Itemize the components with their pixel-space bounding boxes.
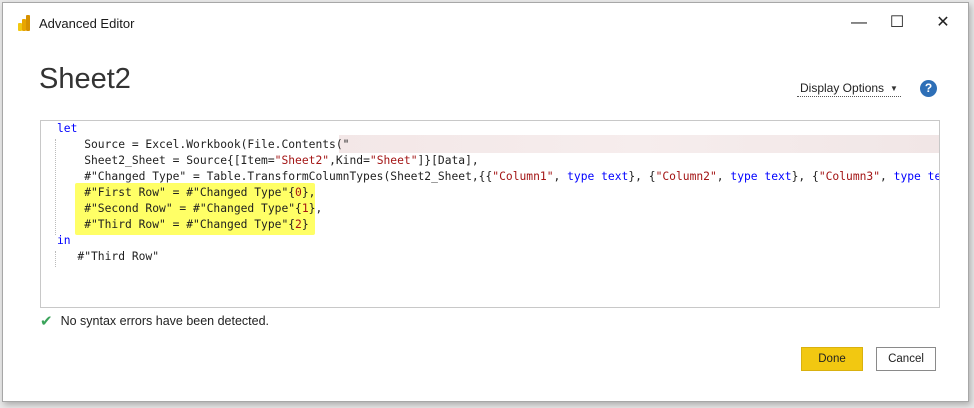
help-icon[interactable]: ?	[920, 80, 937, 97]
code-line: #"Changed Type" = Table.TransformColumnT…	[57, 169, 940, 185]
caret-down-icon: ▼	[890, 84, 898, 93]
display-options-label: Display Options	[800, 81, 885, 95]
code-line: #"Second Row" = #"Changed Type"{1},	[57, 201, 322, 217]
code-editor[interactable]: let Source = Excel.Workbook(File.Content…	[40, 120, 940, 308]
code-token: 0	[295, 186, 302, 199]
display-options-dropdown[interactable]: Display Options ▼	[797, 80, 901, 97]
code-line: Sheet2_Sheet = Source{[Item="Sheet2",Kin…	[57, 153, 479, 169]
code-token: #"Third Row"	[57, 250, 160, 263]
code-token: "Sheet2"	[274, 154, 330, 167]
code-token: 2	[295, 218, 302, 231]
code-token: #"Third Row" = #"Changed Type"{	[57, 218, 296, 231]
done-button[interactable]: Done	[801, 347, 863, 371]
advanced-editor-dialog: Advanced Editor — ☐ ✕ Sheet2 Display Opt…	[2, 2, 969, 402]
code-token: Sheet2_Sheet = Source{[Item=	[57, 154, 275, 167]
code-token: "Column3"	[818, 170, 881, 183]
title-bar: Advanced Editor — ☐ ✕	[3, 3, 968, 43]
code-token: "Column1"	[492, 170, 554, 183]
code-token: }, {	[628, 170, 656, 183]
code-token: },	[301, 186, 316, 199]
power-bi-icon	[16, 15, 32, 31]
syntax-status: ✔ No syntax errors have been detected.	[40, 312, 269, 330]
code-token: 1	[301, 202, 309, 215]
code-line: #"Third Row"	[57, 249, 159, 265]
query-name-heading: Sheet2	[39, 63, 131, 95]
window-title: Advanced Editor	[39, 16, 135, 31]
code-token: },	[308, 202, 323, 215]
code-token: }, {	[791, 170, 819, 183]
code-token: "Sheet"	[369, 154, 418, 167]
code-token: "Column2"	[655, 170, 717, 183]
code-token: let	[57, 122, 78, 135]
code-token: #"Second Row" = #"Changed Type"{	[57, 202, 302, 215]
code-token: type text	[893, 170, 940, 183]
code-token: type text	[567, 170, 629, 183]
code-token: type text	[730, 170, 792, 183]
code-line: let	[57, 121, 77, 137]
code-line: in	[57, 233, 71, 249]
code-token: ,	[880, 170, 894, 183]
cancel-button[interactable]: Cancel	[876, 347, 936, 371]
code-token: Source = Excel.Workbook(File.Contents("	[57, 138, 350, 151]
syntax-status-message: No syntax errors have been detected.	[60, 314, 270, 328]
code-line: Source = Excel.Workbook(File.Contents("	[57, 137, 349, 153]
code-token: ,	[553, 170, 568, 183]
code-line: #"First Row" = #"Changed Type"{0},	[57, 185, 315, 201]
code-token: }	[301, 218, 309, 231]
code-token: #"Changed Type" = Table.TransformColumnT…	[57, 170, 493, 183]
code-token: #"First Row" = #"Changed Type"{	[57, 186, 296, 199]
code-token: ,	[716, 170, 731, 183]
code-token: in	[57, 234, 71, 247]
maximize-button[interactable]: ☐	[885, 11, 909, 35]
code-line: #"Third Row" = #"Changed Type"{2}	[57, 217, 309, 233]
checkmark-icon: ✔	[40, 313, 53, 330]
close-button[interactable]: ✕	[931, 11, 955, 35]
code-token: ]}[Data],	[417, 154, 479, 167]
redacted-path	[339, 135, 939, 153]
minimize-button[interactable]: —	[847, 11, 871, 35]
code-token: ,Kind=	[329, 154, 370, 167]
